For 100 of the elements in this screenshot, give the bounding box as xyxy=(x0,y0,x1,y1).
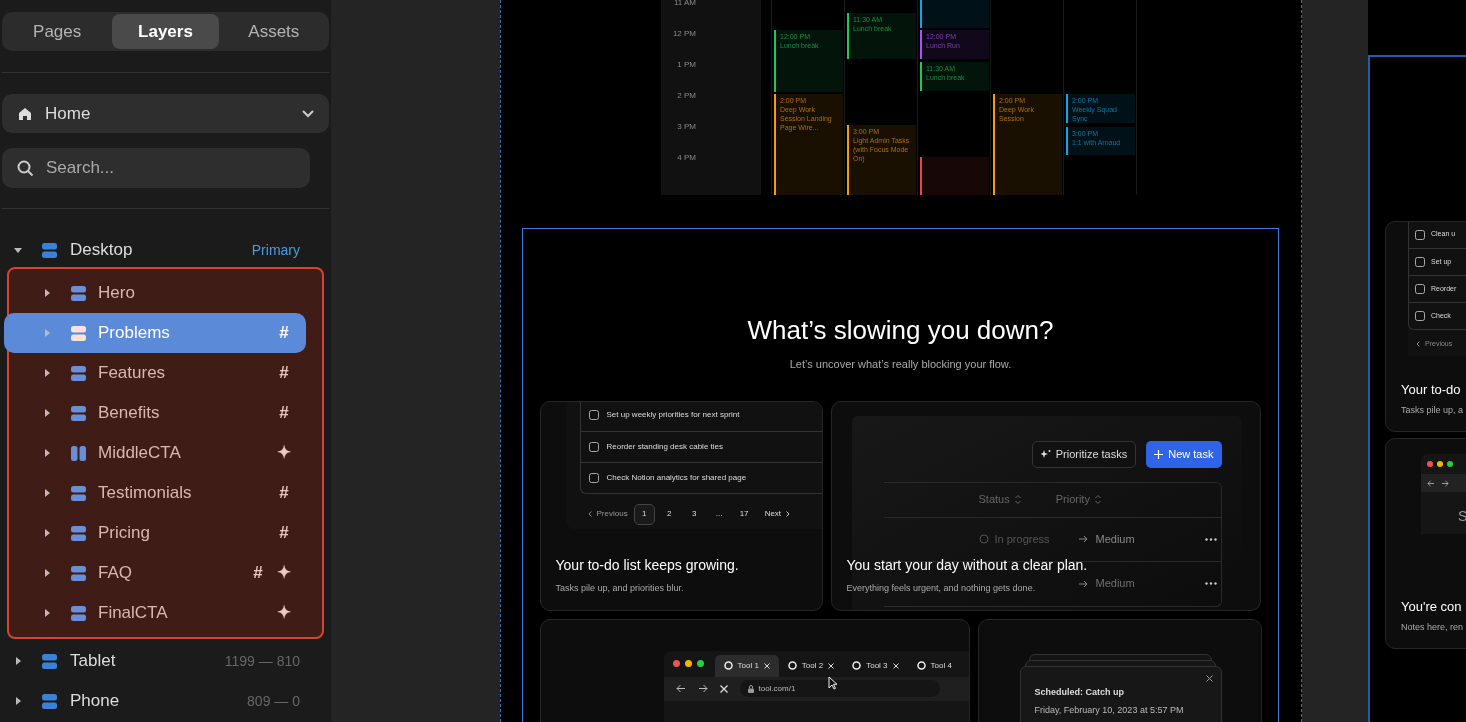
close-icon xyxy=(828,662,835,669)
sort-icon xyxy=(1014,495,1021,504)
layer-row[interactable]: MiddleCTA ✦ xyxy=(9,433,306,473)
layer-row[interactable]: Desktop Primary xyxy=(0,230,331,270)
section-subtitle: Let’s uncover what’s really blocking your flow. xyxy=(789,357,1012,372)
hour-label: 4 PM xyxy=(676,152,696,164)
close-icon xyxy=(1205,674,1213,682)
breakpoint-range: 809 — 0 xyxy=(247,691,300,711)
layer-row[interactable]: FAQ # ✦ xyxy=(9,553,306,593)
layer-symbol: # xyxy=(278,362,290,385)
card-title: Your to-do xyxy=(1401,381,1462,399)
tab[interactable]: Layers xyxy=(112,14,219,49)
card-title: You're con xyxy=(1401,598,1463,616)
chevron-left-icon xyxy=(1416,341,1420,348)
page-button[interactable]: ... xyxy=(708,503,730,525)
address-bar[interactable]: tool.com/1 xyxy=(739,680,940,697)
page-button[interactable]: 2 xyxy=(658,503,680,525)
layer-symbol: ✦ xyxy=(277,602,291,625)
layer-row[interactable]: Phone 809 — 0 xyxy=(0,681,331,721)
layer-symbol: # xyxy=(252,562,264,585)
checkbox[interactable] xyxy=(1415,311,1425,321)
layer-row[interactable]: Tablet 1199 — 810 xyxy=(0,641,331,681)
more-icon xyxy=(1204,582,1217,585)
stack-icon xyxy=(71,365,86,381)
search-field[interactable]: Search... xyxy=(2,148,310,188)
checkbox[interactable] xyxy=(1415,229,1425,240)
more-icon xyxy=(1204,537,1217,541)
layer-row[interactable]: Benefits # xyxy=(9,393,306,433)
chevron-down-icon xyxy=(302,109,314,118)
tab-logo-icon xyxy=(916,661,926,670)
page-dropdown[interactable]: Home xyxy=(2,94,329,133)
stack-icon xyxy=(71,485,86,501)
chevron-right-icon xyxy=(786,511,791,517)
page-button[interactable]: 3 xyxy=(683,503,705,525)
hour-label: 11 AM xyxy=(672,0,696,9)
status-icon xyxy=(978,534,989,544)
hour-label: 2 PM xyxy=(676,90,696,102)
preview-text: S xyxy=(1458,507,1466,526)
tab[interactable]: Pages xyxy=(4,14,111,49)
tab-logo-icon xyxy=(787,661,797,670)
card-title: Your to-do list keeps growing. xyxy=(555,556,739,575)
stack-icon xyxy=(71,565,86,581)
priority-text: Medium xyxy=(1095,576,1135,592)
sort-icon xyxy=(1094,495,1101,504)
stack-icon xyxy=(71,525,86,541)
forward-icon xyxy=(697,684,708,693)
stack-icon xyxy=(42,693,57,709)
checkbox[interactable] xyxy=(1415,284,1425,294)
notification-title: Scheduled: Catch up xyxy=(1034,685,1125,699)
status-text: In progress xyxy=(994,531,1050,547)
notification-time: Friday, February 10, 2023 at 5:57 PM xyxy=(1034,704,1185,717)
back-icon xyxy=(675,684,686,693)
back-icon xyxy=(1427,479,1435,487)
layer-row[interactable]: Pricing # xyxy=(9,513,306,553)
task-row[interactable]: Reorder standing desk cable ties xyxy=(580,430,822,462)
card-description: Everything feels urgent, and nothing gets done. xyxy=(846,582,1036,595)
plus-icon xyxy=(1154,449,1164,459)
search-icon xyxy=(17,160,34,177)
stack-icon xyxy=(71,285,86,301)
checkbox[interactable] xyxy=(1415,257,1425,267)
home-icon xyxy=(17,105,33,122)
tab-logo-icon xyxy=(852,661,862,670)
layer-row[interactable]: FinalCTA ✦ xyxy=(9,593,306,633)
hour-label: 3 PM xyxy=(676,121,696,133)
prioritize-button[interactable]: Prioritize tasks xyxy=(1031,440,1137,468)
primary-tag: Primary xyxy=(251,239,300,261)
page-button[interactable]: 17 xyxy=(733,503,755,525)
forward-icon xyxy=(1441,479,1449,487)
checkbox[interactable] xyxy=(588,472,599,483)
task-row[interactable]: Check Notion analytics for shared page xyxy=(580,461,822,493)
priority-text: Medium xyxy=(1095,531,1135,547)
stack-icon xyxy=(71,605,86,621)
new-task-button[interactable]: New task xyxy=(1146,440,1222,468)
layer-row[interactable]: Hero xyxy=(9,273,306,313)
stack-icon xyxy=(42,242,57,258)
sparkle-icon xyxy=(1040,449,1051,459)
cursor-icon xyxy=(827,675,838,690)
checkbox[interactable] xyxy=(588,441,599,452)
tab[interactable]: Assets xyxy=(220,14,327,49)
card-description: Notes here, ren xyxy=(1401,620,1464,634)
layer-symbol: # xyxy=(278,522,290,545)
next-link[interactable]: Next xyxy=(764,508,791,520)
checkbox[interactable] xyxy=(588,410,599,420)
task-row[interactable]: Set up weekly priorities for next sprint xyxy=(580,401,822,431)
browser-tab[interactable]: Tool 1 xyxy=(714,654,779,677)
chevron-left-icon xyxy=(587,511,592,517)
card-description: Tasks pile up, and priorities blur. xyxy=(555,582,684,595)
arrow-right-icon xyxy=(1078,535,1088,543)
card-description: Tasks pile up, a xyxy=(1401,403,1464,417)
layer-row[interactable]: Testimonials # xyxy=(9,473,306,513)
card-title: You start your day without a clear plan. xyxy=(846,556,1088,575)
layer-symbol: # xyxy=(278,322,290,345)
page-button[interactable]: 1 xyxy=(633,503,655,525)
hour-label: 1 PM xyxy=(676,59,696,71)
close-icon xyxy=(719,684,728,693)
previous-link[interactable]: Previous xyxy=(585,508,630,520)
stack-icon xyxy=(71,325,86,341)
layer-row[interactable]: Features # xyxy=(9,353,306,393)
stack-icon xyxy=(71,405,86,421)
arrow-right-icon xyxy=(1078,579,1088,588)
